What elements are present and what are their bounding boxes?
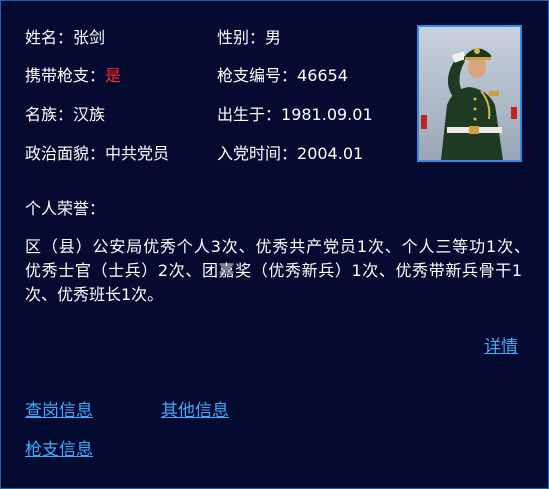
ethnicity-field: 名族：汉族 [25, 104, 105, 126]
honors-title: 个人荣誉： [25, 199, 106, 218]
officer-photo [417, 25, 522, 162]
person-info-card: 姓名：张剑 性别：男 携带枪支：是 枪支编号：46654 名族：汉族 出生于：1… [0, 0, 549, 489]
birth-field: 出生于：1981.09.01 [217, 104, 373, 126]
duty-info-link[interactable]: 查岗信息 [25, 400, 93, 422]
party-date-field: 入党时间：2004.01 [217, 143, 363, 165]
gender-value: 男 [265, 28, 282, 47]
gun-number-field: 枪支编号：46654 [217, 65, 348, 87]
officer-photo-image [419, 27, 520, 160]
name-value: 张剑 [73, 28, 106, 47]
gun-number-value: 46654 [297, 66, 348, 85]
political-label: 政治面貌： [25, 144, 106, 163]
carry-gun-field: 携带枪支：是 [25, 65, 121, 87]
gun-info-link[interactable]: 枪支信息 [25, 439, 93, 461]
gun-number-label: 枪支编号： [217, 66, 298, 85]
name-label: 姓名： [25, 28, 74, 47]
political-field: 政治面貌：中共党员 [25, 143, 169, 165]
political-value: 中共党员 [105, 144, 170, 163]
birth-value: 1981.09.01 [281, 105, 373, 124]
gender-label: 性别： [217, 28, 266, 47]
birth-label: 出生于： [217, 105, 282, 124]
gender-field: 性别：男 [217, 27, 281, 49]
carry-gun-value: 是 [105, 66, 122, 85]
details-link[interactable]: 详情 [484, 336, 518, 358]
party-date-value: 2004.01 [297, 144, 364, 163]
name-field: 姓名：张剑 [25, 27, 105, 49]
party-date-label: 入党时间： [217, 144, 298, 163]
carry-gun-label: 携带枪支： [25, 66, 106, 85]
ethnicity-value: 汉族 [73, 105, 106, 124]
ethnicity-label: 名族： [25, 105, 74, 124]
honors-text: 区（县）公安局优秀个人3次、优秀共产党员1次、个人三等功1次、 优秀士官（士兵）… [25, 237, 539, 304]
other-info-link[interactable]: 其他信息 [161, 400, 229, 422]
